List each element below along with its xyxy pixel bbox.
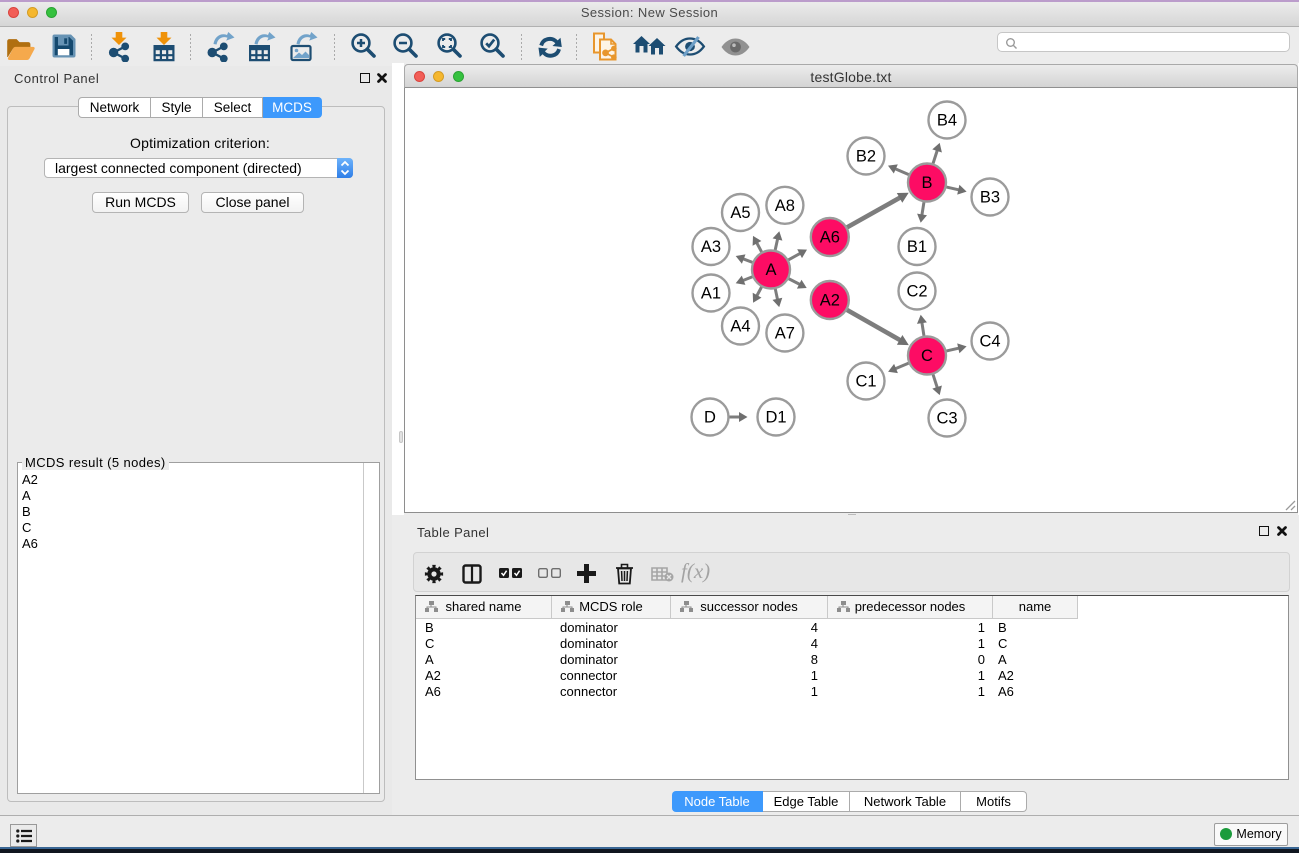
svg-text:A: A xyxy=(765,261,776,279)
svg-text:C1: C1 xyxy=(855,373,876,391)
svg-text:C3: C3 xyxy=(936,410,957,428)
svg-text:A4: A4 xyxy=(730,318,750,336)
svg-text:D1: D1 xyxy=(765,409,786,427)
svg-text:D: D xyxy=(704,409,716,427)
svg-text:A7: A7 xyxy=(775,325,795,343)
svg-text:B2: B2 xyxy=(856,148,876,166)
svg-text:B: B xyxy=(921,174,932,192)
svg-text:A8: A8 xyxy=(775,197,795,215)
svg-text:A1: A1 xyxy=(701,285,721,303)
svg-text:B4: B4 xyxy=(937,112,957,130)
svg-text:A6: A6 xyxy=(820,229,840,247)
svg-text:A3: A3 xyxy=(701,238,721,256)
svg-text:C: C xyxy=(921,347,933,365)
svg-text:B3: B3 xyxy=(980,189,1000,207)
svg-text:C2: C2 xyxy=(906,283,927,301)
svg-text:B1: B1 xyxy=(907,238,927,256)
svg-text:A2: A2 xyxy=(820,292,840,310)
svg-text:C4: C4 xyxy=(979,333,1000,351)
svg-text:A5: A5 xyxy=(730,204,750,222)
